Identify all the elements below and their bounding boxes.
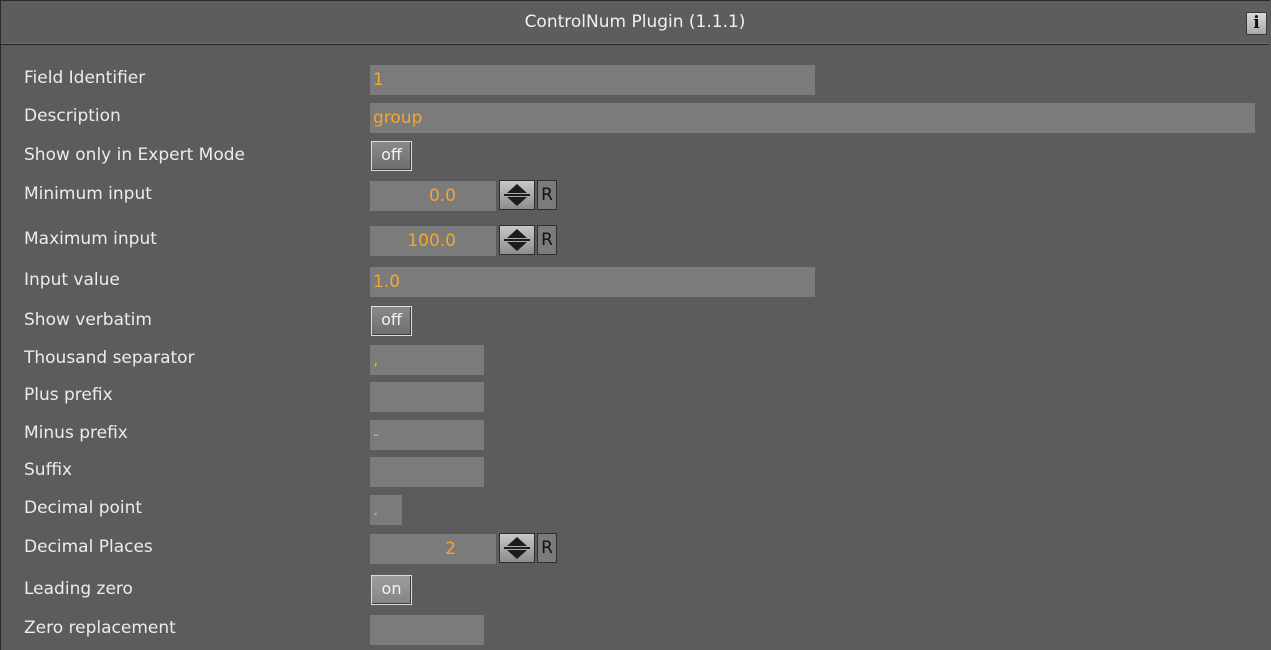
- input-value-field[interactable]: 1.0: [370, 267, 815, 297]
- row-maximum-input: Maximum input 100.0 R: [0, 223, 1271, 257]
- stepper-up-icon[interactable]: [507, 537, 527, 546]
- maximum-input-stepper[interactable]: [499, 225, 535, 255]
- leading-zero-toggle[interactable]: on: [371, 575, 412, 605]
- stepper-down-icon[interactable]: [507, 242, 527, 251]
- row-decimal-places: Decimal Places 2 R: [0, 531, 1271, 565]
- decimal-point-input[interactable]: .: [370, 495, 402, 525]
- suffix-input[interactable]: [370, 457, 484, 487]
- row-zero-replacement: Zero replacement: [0, 612, 1271, 646]
- maximum-input-field[interactable]: 100.0: [370, 226, 496, 256]
- decimal-places-field[interactable]: 2: [370, 534, 496, 564]
- stepper-up-icon[interactable]: [507, 184, 527, 193]
- row-description: Description group: [0, 100, 1271, 134]
- minimum-input-field[interactable]: 0.0: [370, 181, 496, 211]
- stepper-down-icon[interactable]: [507, 197, 527, 206]
- row-show-expert: Show only in Expert Mode off: [0, 139, 1271, 173]
- zero-replacement-label: Zero replacement: [24, 618, 176, 638]
- zero-replacement-input[interactable]: [370, 615, 484, 645]
- info-icon[interactable]: i: [1246, 12, 1267, 35]
- title-bar: ControlNum Plugin (1.1.1) i: [1, 1, 1269, 45]
- input-value-label: Input value: [24, 270, 120, 290]
- row-suffix: Suffix: [0, 454, 1271, 488]
- decimal-places-label: Decimal Places: [24, 537, 153, 557]
- decimal-places-stepper[interactable]: [499, 533, 535, 563]
- description-label: Description: [24, 106, 121, 126]
- row-field-identifier: Field Identifier 1: [0, 62, 1271, 96]
- maximum-input-label: Maximum input: [24, 229, 157, 249]
- minimum-input-reset-button[interactable]: R: [537, 180, 557, 210]
- show-verbatim-toggle[interactable]: off: [371, 306, 412, 336]
- description-input[interactable]: group: [370, 103, 1255, 133]
- maximum-input-reset-button[interactable]: R: [537, 225, 557, 255]
- show-expert-toggle[interactable]: off: [371, 141, 412, 171]
- row-show-verbatim: Show verbatim off: [0, 304, 1271, 338]
- row-plus-prefix: Plus prefix: [0, 379, 1271, 413]
- decimal-places-reset-button[interactable]: R: [537, 533, 557, 563]
- field-identifier-input[interactable]: 1: [370, 65, 815, 95]
- stepper-divider: [504, 547, 530, 549]
- row-input-value: Input value 1.0: [0, 264, 1271, 298]
- leading-zero-label: Leading zero: [24, 579, 133, 599]
- show-expert-label: Show only in Expert Mode: [24, 145, 245, 165]
- minimum-input-label: Minimum input: [24, 184, 152, 204]
- plus-prefix-input[interactable]: [370, 382, 484, 412]
- decimal-point-label: Decimal point: [24, 498, 143, 518]
- stepper-divider: [504, 239, 530, 241]
- stepper-down-icon[interactable]: [507, 550, 527, 559]
- row-decimal-point: Decimal point .: [0, 492, 1271, 526]
- stepper-divider: [504, 194, 530, 196]
- show-verbatim-label: Show verbatim: [24, 310, 152, 330]
- row-thousand-separator: Thousand separator ,: [0, 342, 1271, 376]
- minimum-input-stepper[interactable]: [499, 180, 535, 210]
- plus-prefix-label: Plus prefix: [24, 385, 113, 405]
- stepper-up-icon[interactable]: [507, 229, 527, 238]
- thousand-separator-label: Thousand separator: [24, 348, 195, 368]
- field-identifier-label: Field Identifier: [24, 68, 146, 88]
- thousand-separator-input[interactable]: ,: [370, 345, 484, 375]
- row-minimum-input: Minimum input 0.0 R: [0, 178, 1271, 212]
- suffix-label: Suffix: [24, 460, 73, 480]
- panel-title: ControlNum Plugin (1.1.1): [524, 12, 746, 32]
- minus-prefix-input[interactable]: -: [370, 420, 484, 450]
- row-minus-prefix: Minus prefix -: [0, 417, 1271, 451]
- row-leading-zero: Leading zero on: [0, 573, 1271, 607]
- minus-prefix-label: Minus prefix: [24, 423, 128, 443]
